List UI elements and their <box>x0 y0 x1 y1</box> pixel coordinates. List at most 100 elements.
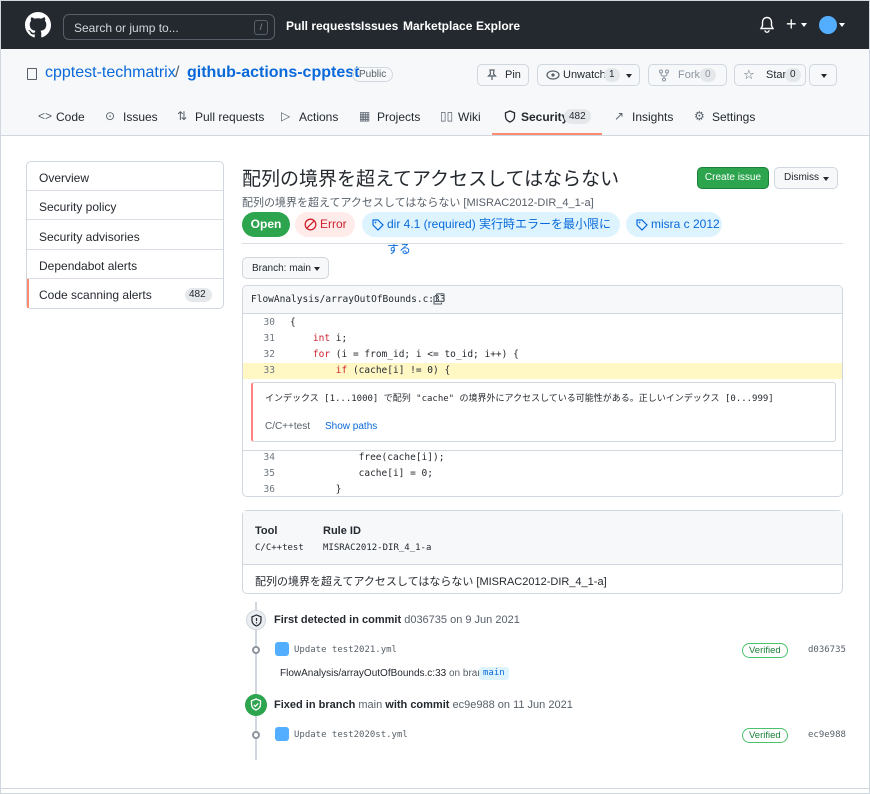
shield-alert-icon <box>246 610 266 630</box>
line-text: int i; <box>312 333 348 344</box>
unwatch-button[interactable]: Unwatch 1 <box>537 64 640 86</box>
create-issue-button[interactable]: Create issue <box>697 167 769 189</box>
alert-location: FlowAnalysis/arrayOutOfBounds.c:33 on br… <box>280 668 494 679</box>
code-icon: <> <box>38 109 53 123</box>
tag-misra-c-2012[interactable]: misra c 2012 <box>626 212 722 237</box>
dismiss-caret-icon <box>823 177 829 181</box>
line-number: 33 <box>263 365 275 376</box>
star-count: 0 <box>785 68 801 82</box>
create-new-plus-icon[interactable]: + <box>786 14 797 35</box>
repo-owner-link[interactable]: cpptest-techmatrix <box>45 64 176 82</box>
file-path-link[interactable]: FlowAnalysis/arrayOutOfBounds.c:33 <box>251 294 445 305</box>
tag-icon <box>636 219 648 231</box>
tab-wiki[interactable]: Wiki <box>458 110 481 124</box>
star-list-dropdown[interactable] <box>809 64 837 86</box>
line-text: if (cache[i] != 0) { <box>335 365 451 376</box>
commit-dot <box>252 731 260 739</box>
wiki-book-icon: ▯▯ <box>440 109 454 123</box>
alert-subtitle: 配列の境界を超えてアクセスしてはならない [MISRAC2012-DIR_4_1… <box>242 197 594 209</box>
code-line: 32 for (i = from_id; i <= to_id; i++) { <box>243 347 842 363</box>
tab-actions[interactable]: Actions <box>299 110 338 124</box>
severity-badge-error: Error <box>295 212 355 237</box>
rule-description: 配列の境界を超えてアクセスしてはならない [MISRAC2012-DIR_4_1… <box>255 576 607 588</box>
user-menu-caret-icon[interactable] <box>839 23 845 27</box>
code-line: 36 } <box>243 482 842 496</box>
fork-count: 0 <box>700 68 716 82</box>
status-badge-open: Open <box>242 212 290 237</box>
nav-pull-requests[interactable]: Pull requests <box>286 19 361 33</box>
create-new-caret-icon[interactable] <box>801 23 807 27</box>
severity-label: Error <box>320 217 347 231</box>
commit-author-avatar <box>275 642 289 656</box>
commit-message-link[interactable]: Update test2021.yml <box>294 645 397 655</box>
tab-security[interactable]: Security <box>521 110 568 124</box>
commit-author-avatar <box>275 727 289 741</box>
visibility-badge: Public <box>352 67 394 82</box>
tool-value: C/C++test <box>255 543 304 553</box>
shield-icon <box>504 110 516 123</box>
tag-icon <box>372 219 384 231</box>
show-paths-link[interactable]: Show paths <box>325 421 377 432</box>
code-line: 35 cache[i] = 0; <box>243 466 842 482</box>
nav-issues[interactable]: Issues <box>361 19 398 33</box>
search-shortcut-badge: / <box>254 20 268 35</box>
line-text: for (i = from_id; i <= to_id; i++) { <box>312 349 519 360</box>
tag-dir-4-1[interactable]: dir 4.1 (required) 実行時エラーを最小限にする <box>362 212 620 256</box>
security-sidebar: Overview Security policy Security adviso… <box>26 161 224 309</box>
header-divider <box>242 243 843 244</box>
fork-button[interactable]: Fork 0 <box>648 64 727 86</box>
sidebar-item-code-scanning-alerts[interactable]: Code scanning alerts 482 <box>27 279 223 308</box>
branch-select-button[interactable]: Branch: main <box>242 257 329 279</box>
pull-request-icon: ⇅ <box>177 109 188 123</box>
sidebar-item-label: Security policy <box>39 200 117 214</box>
sidebar-item-overview[interactable]: Overview <box>27 162 223 191</box>
commit-sha-link[interactable]: ec9e988 <box>808 730 846 740</box>
shield-check-icon <box>245 694 267 716</box>
tab-code[interactable]: Code <box>56 110 85 124</box>
github-logo-icon[interactable] <box>25 12 51 38</box>
line-number: 32 <box>263 349 275 360</box>
dismiss-button[interactable]: Dismiss <box>774 167 838 189</box>
search-input[interactable]: Search or jump to... / <box>63 14 275 40</box>
line-text: } <box>290 484 342 495</box>
branch-name-label[interactable]: main <box>479 667 509 680</box>
first-detected-text: First detected in commit d036735 on 9 Ju… <box>274 614 520 626</box>
code-scanning-count: 482 <box>185 288 212 302</box>
star-button[interactable]: ☆ Star 0 <box>734 64 806 86</box>
sidebar-item-security-policy[interactable]: Security policy <box>27 191 223 220</box>
repo-name-link[interactable]: github-actions-cpptest <box>187 64 359 82</box>
user-avatar[interactable] <box>819 16 837 34</box>
tab-settings[interactable]: Settings <box>712 110 755 124</box>
tab-issues[interactable]: Issues <box>123 110 158 124</box>
repo-header: cpptest-techmatrix / github-actions-cppt… <box>1 49 869 136</box>
eye-icon <box>546 70 560 80</box>
nav-marketplace[interactable]: Marketplace <box>403 19 472 33</box>
commit-sha-link[interactable]: d036735 <box>808 645 846 655</box>
notifications-bell-icon[interactable] <box>759 16 775 34</box>
sidebar-item-label: Code scanning alerts <box>39 288 152 302</box>
fork-icon <box>659 69 669 82</box>
unwatch-caret-icon <box>626 74 632 78</box>
pin-button[interactable]: Pin <box>477 64 529 86</box>
star-caret-icon <box>821 74 827 78</box>
line-number: 35 <box>263 468 275 479</box>
nav-explore[interactable]: Explore <box>476 19 520 33</box>
code-line: 30 { <box>243 315 842 331</box>
code-line: 31 int i; <box>243 331 842 347</box>
error-circle-icon <box>304 218 317 231</box>
tab-insights[interactable]: Insights <box>632 110 673 124</box>
tab-projects[interactable]: Projects <box>377 110 420 124</box>
repo-path-separator: / <box>175 64 180 81</box>
code-line: 34 free(cache[i]); <box>243 450 842 466</box>
fork-label: Fork <box>678 69 700 81</box>
tab-pull-requests[interactable]: Pull requests <box>195 110 264 124</box>
star-icon: ☆ <box>743 67 755 82</box>
verified-badge[interactable]: Verified <box>742 643 788 658</box>
sidebar-item-security-advisories[interactable]: Security advisories <box>27 221 223 250</box>
insights-graph-icon: ↗ <box>614 109 625 123</box>
commit-message-link[interactable]: Update test2020st.yml <box>294 730 408 740</box>
verified-badge[interactable]: Verified <box>742 728 788 743</box>
sidebar-item-dependabot-alerts[interactable]: Dependabot alerts <box>27 250 223 279</box>
pin-label: Pin <box>505 69 521 81</box>
copy-icon[interactable] <box>433 293 445 305</box>
